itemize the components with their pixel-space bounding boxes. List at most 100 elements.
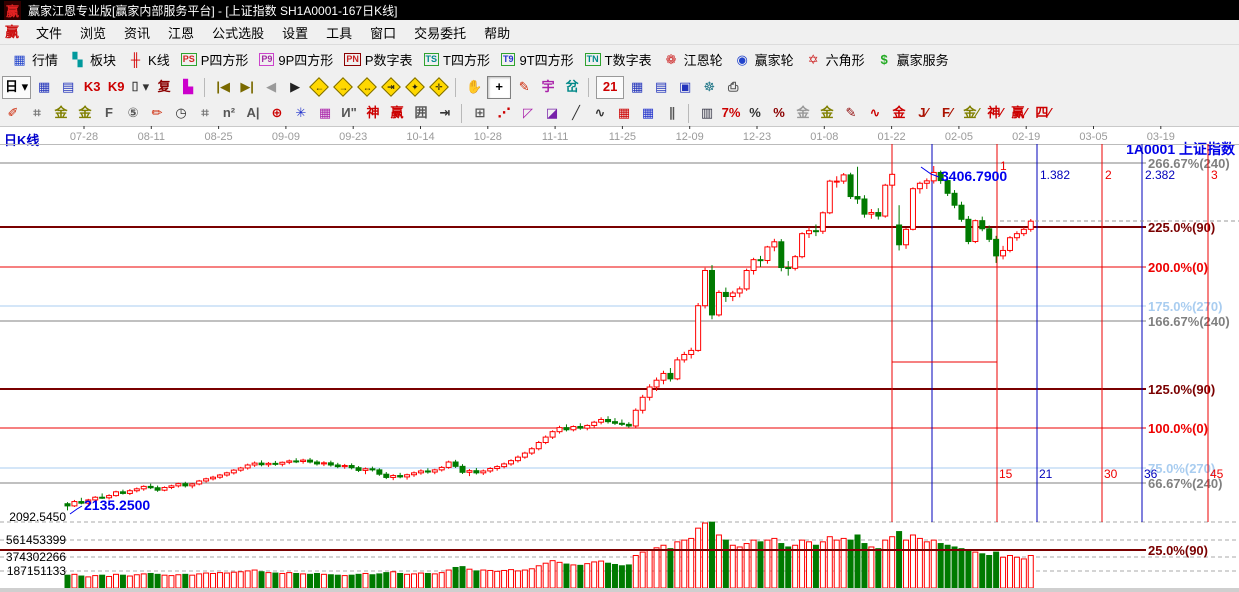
- tool-purple-icon[interactable]: 宇: [537, 77, 559, 98]
- toolbar-button-t-square[interactable]: TST四方形: [424, 50, 490, 69]
- calendar-21-icon[interactable]: 21: [596, 76, 624, 99]
- restore-icon[interactable]: 复: [153, 77, 175, 98]
- menu-item-tools[interactable]: 工具: [317, 23, 361, 42]
- toolbar-button-winner-wheel[interactable]: ◉赢家轮: [734, 50, 794, 69]
- world-clock-icon[interactable]: ☸: [698, 77, 720, 98]
- blue-grid-box-icon[interactable]: ▦: [637, 103, 659, 124]
- star-tool-icon[interactable]: ✳: [290, 103, 312, 124]
- fit-view-icon[interactable]: ✦: [404, 77, 426, 98]
- menu-item-browse[interactable]: 浏览: [71, 23, 115, 42]
- tool-teal-icon[interactable]: 岔: [561, 77, 583, 98]
- brush-icon[interactable]: ✏: [146, 103, 168, 124]
- shift-right-icon[interactable]: ⇥: [434, 103, 456, 124]
- period-day-dropdown[interactable]: 日 ▾: [2, 76, 31, 99]
- calculator-icon[interactable]: ▦: [626, 77, 648, 98]
- pan-left-icon[interactable]: ←: [308, 77, 330, 98]
- gold-angle-icon[interactable]: 金∕: [960, 103, 982, 124]
- menu-item-settings[interactable]: 设置: [273, 23, 317, 42]
- volume-bar: [675, 542, 680, 588]
- menu-item-window[interactable]: 窗口: [361, 23, 405, 42]
- percent-line-icon[interactable]: %: [768, 103, 790, 124]
- gold-circle-icon[interactable]: 金: [792, 103, 814, 124]
- density-grid-icon[interactable]: ⌗: [194, 103, 216, 124]
- save-icon[interactable]: ▣: [674, 77, 696, 98]
- percent7-icon[interactable]: 7%: [720, 103, 742, 124]
- column-tool-icon[interactable]: ▥: [696, 103, 718, 124]
- menu-item-gann[interactable]: 江恩: [159, 23, 203, 42]
- toolbar-button-hexagon[interactable]: ✡六角形: [805, 50, 865, 69]
- j-angle-icon[interactable]: J∕: [912, 103, 934, 124]
- menu-item-file[interactable]: 文件: [27, 23, 71, 42]
- box-tool-icon[interactable]: ⊞: [469, 103, 491, 124]
- number-grid-icon[interactable]: 囲: [410, 103, 432, 124]
- wave-n-icon[interactable]: И": [338, 103, 360, 124]
- text-tool-icon[interactable]: A|: [242, 103, 264, 124]
- combine-3-icon[interactable]: K3: [81, 77, 103, 98]
- target-circle-icon[interactable]: ⊕: [266, 103, 288, 124]
- menu-item-formula-select[interactable]: 公式选股: [203, 23, 273, 42]
- ying-grid-icon[interactable]: 赢: [386, 103, 408, 124]
- shade-box-icon[interactable]: ◪: [541, 103, 563, 124]
- candles-layer[interactable]: [65, 166, 1033, 510]
- crosshair-icon[interactable]: +: [487, 76, 511, 99]
- percent-icon[interactable]: %: [744, 103, 766, 124]
- menu-bar: 赢 文件浏览资讯江恩公式选股设置工具窗口交易委托帮助: [0, 20, 1239, 45]
- toolbar-button-9p-square[interactable]: P99P四方形: [259, 50, 333, 69]
- toolbar-button-sectors[interactable]: ▚板块: [69, 50, 116, 69]
- ying-angle-icon[interactable]: 赢∕: [1008, 103, 1030, 124]
- kline-chart[interactable]: 07-2808-1108-2509-0909-2310-1410-2811-11…: [0, 126, 1239, 592]
- red-grid-box-icon[interactable]: ▦: [613, 103, 635, 124]
- si-angle-icon[interactable]: 四∕: [1032, 103, 1054, 124]
- gann-pen-icon[interactable]: ✐: [2, 103, 24, 124]
- f-grid-icon[interactable]: F: [98, 103, 120, 124]
- menu-item-help[interactable]: 帮助: [475, 23, 519, 42]
- gold-grid2-icon[interactable]: 金: [74, 103, 96, 124]
- volume-chart[interactable]: [65, 522, 1033, 588]
- prev-bar-icon[interactable]: ◀: [260, 77, 282, 98]
- menu-item-news[interactable]: 资讯: [115, 23, 159, 42]
- full-view-icon[interactable]: ✛: [428, 77, 450, 98]
- next-bar-icon[interactable]: ▶: [284, 77, 306, 98]
- toolbar-button-9t-square[interactable]: T99T四方形: [501, 50, 574, 69]
- grid-icon[interactable]: ⌗: [26, 103, 48, 124]
- toolbar-button-gann-wheel[interactable]: ❁江恩轮: [663, 50, 723, 69]
- volume-profile-icon[interactable]: ▙: [177, 77, 199, 98]
- wave-line-icon[interactable]: ∿: [589, 103, 611, 124]
- pan-hand-icon[interactable]: ✋: [463, 77, 485, 98]
- last-bar-icon[interactable]: ▶|: [236, 77, 258, 98]
- shen-grid-icon[interactable]: 神: [362, 103, 384, 124]
- info-list-icon[interactable]: ▤: [57, 77, 79, 98]
- candle-style-dropdown[interactable]: ⌷ ▾: [129, 77, 151, 98]
- wave-a-icon[interactable]: ∿: [864, 103, 886, 124]
- toolbar-button-quotes[interactable]: ▦行情: [11, 50, 58, 69]
- toolbar-button-kline[interactable]: ╫K线: [127, 50, 170, 69]
- shen-angle-icon[interactable]: 神∕: [984, 103, 1006, 124]
- gann-fan-icon[interactable]: ⋰: [493, 103, 515, 124]
- f-angle-icon[interactable]: F∕: [936, 103, 958, 124]
- print-icon[interactable]: ⎙: [722, 77, 744, 98]
- fan-box-icon[interactable]: ◸: [517, 103, 539, 124]
- combine-9-icon[interactable]: K9: [105, 77, 127, 98]
- pan-right-icon[interactable]: →: [332, 77, 354, 98]
- mark-pen-icon[interactable]: ✎: [513, 77, 535, 98]
- trend-line-icon[interactable]: ╱: [565, 103, 587, 124]
- toolbar-button-t-number-table[interactable]: TNT数字表: [585, 50, 652, 69]
- candle-pen-icon[interactable]: ✎: [840, 103, 862, 124]
- square-set-icon[interactable]: ▦: [314, 103, 336, 124]
- n2-grid-icon[interactable]: n²: [218, 103, 240, 124]
- toolbar-button-winner-service[interactable]: $赢家服务: [876, 50, 949, 69]
- five-grid-icon[interactable]: ⑤: [122, 103, 144, 124]
- time-clock-icon[interactable]: ◷: [170, 103, 192, 124]
- first-bar-icon[interactable]: |◀: [212, 77, 234, 98]
- gold-red-line-icon[interactable]: 金: [888, 103, 910, 124]
- zoom-in-icon[interactable]: ⇥: [380, 77, 402, 98]
- menu-item-trade-entrust[interactable]: 交易委托: [405, 23, 475, 42]
- toolbar-button-p-square[interactable]: PSP四方形: [181, 50, 249, 69]
- layout-icon[interactable]: ▦: [33, 77, 55, 98]
- parallel-lines-icon[interactable]: ∥: [661, 103, 683, 124]
- gold-grid-icon[interactable]: 金: [50, 103, 72, 124]
- toolbar-button-p-number-table[interactable]: PNP数字表: [344, 50, 412, 69]
- zoom-out-icon[interactable]: ↔: [356, 77, 378, 98]
- gold-line-icon[interactable]: 金: [816, 103, 838, 124]
- notes-icon[interactable]: ▤: [650, 77, 672, 98]
